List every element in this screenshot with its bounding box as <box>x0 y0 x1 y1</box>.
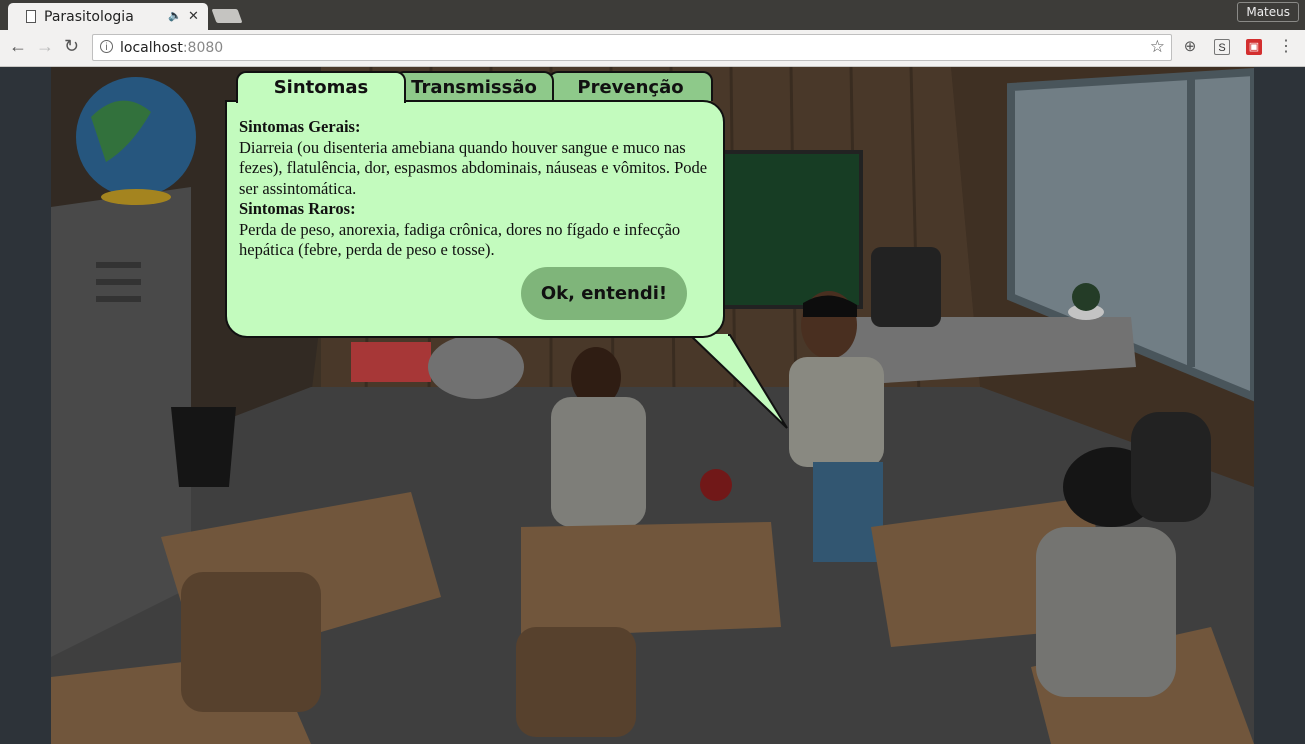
section-body-gerais: Diarreia (ou disenteria amebiana quando … <box>239 137 708 198</box>
section-heading-raros: Sintomas Raros: <box>239 199 356 218</box>
tab-prevencao[interactable]: Prevenção <box>548 71 713 101</box>
section-body-raros: Perda de peso, anorexia, fadiga crônica,… <box>239 219 681 260</box>
tab-sintomas[interactable]: Sintomas <box>236 71 406 103</box>
dialog-content: Sintomas Gerais: Diarreia (ou disenteria… <box>239 117 709 261</box>
tab-transmissao[interactable]: Transmissão <box>394 71 554 101</box>
section-heading-gerais: Sintomas Gerais: <box>239 117 361 136</box>
ok-button[interactable]: Ok, entendi! <box>521 267 687 320</box>
